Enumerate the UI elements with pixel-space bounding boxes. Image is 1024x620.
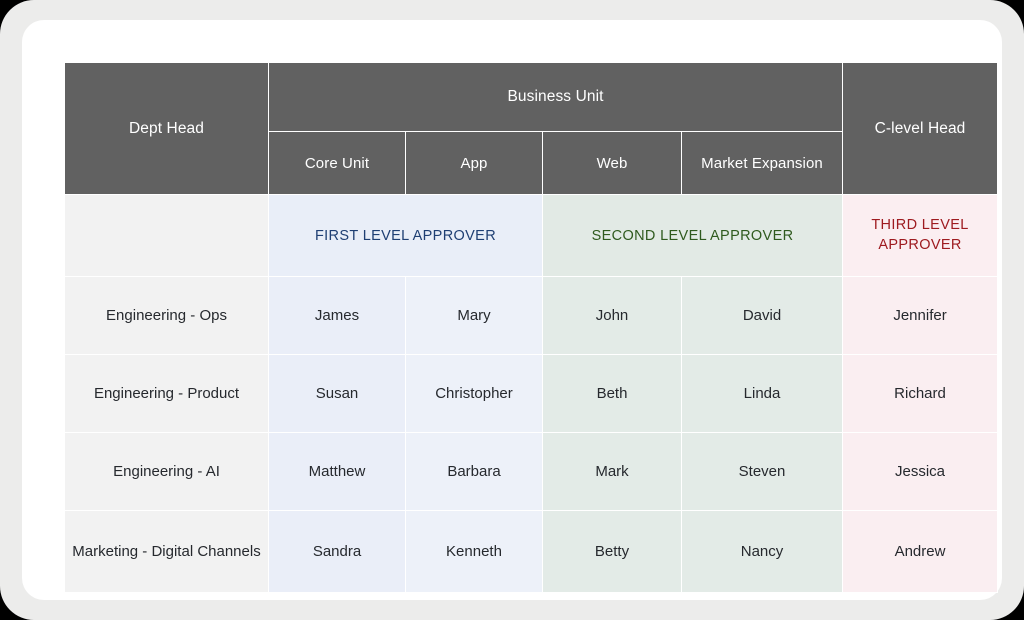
table-body: FIRST LEVEL APPROVER SECOND LEVEL APPROV…: [64, 194, 999, 593]
cell-market-expansion: David: [680, 276, 844, 355]
cell-core-unit: Susan: [268, 354, 406, 433]
approver-band-first-level: FIRST LEVEL APPROVER: [268, 194, 543, 277]
approver-band-third-level: THIRD LEVEL APPROVER: [842, 194, 999, 277]
table-row[interactable]: Engineering - AI Matthew Barbara Mark St…: [64, 432, 999, 511]
cell-c-level-head: Jessica: [842, 432, 999, 511]
cell-dept-head: Engineering - Product: [64, 354, 269, 433]
cell-app: Christopher: [405, 354, 543, 433]
column-header-dept-head: Dept Head: [64, 62, 269, 195]
column-header-web: Web: [542, 131, 682, 195]
cell-dept-head: Engineering - Ops: [64, 276, 269, 355]
cell-web: Betty: [542, 510, 682, 593]
cell-app: Mary: [405, 276, 543, 355]
column-header-market-expansion: Market Expansion: [680, 131, 844, 195]
column-header-business-unit: Business Unit: [267, 62, 844, 132]
cell-dept-head: Marketing - Digital Channels: [64, 510, 269, 593]
cell-c-level-head: Richard: [842, 354, 999, 433]
cell-c-level-head: Jennifer: [842, 276, 999, 355]
table-row[interactable]: Engineering - Product Susan Christopher …: [64, 354, 999, 433]
cell-core-unit: James: [268, 276, 406, 355]
column-header-c-level-head: C-level Head: [842, 62, 999, 195]
column-header-app: App: [405, 131, 543, 195]
cell-core-unit: Sandra: [268, 510, 406, 593]
cell-c-level-head: Andrew: [842, 510, 999, 593]
table-header: Dept Head Business Unit C-level Head Cor…: [64, 62, 999, 195]
header-row-top: Dept Head Business Unit C-level Head: [64, 62, 999, 195]
approval-matrix-table: Dept Head Business Unit C-level Head Cor…: [64, 62, 999, 593]
cell-web: John: [542, 276, 682, 355]
cell-market-expansion: Nancy: [680, 510, 844, 593]
cell-dept-head: Engineering - AI: [64, 432, 269, 511]
table-row[interactable]: Marketing - Digital Channels Sandra Kenn…: [64, 510, 999, 593]
cell-app: Kenneth: [405, 510, 543, 593]
cell-core-unit: Matthew: [268, 432, 406, 511]
cell-app: Barbara: [405, 432, 543, 511]
approver-band-second-level: SECOND LEVEL APPROVER: [541, 194, 844, 277]
content-card: Dept Head Business Unit C-level Head Cor…: [22, 20, 1002, 600]
approver-level-band-row: FIRST LEVEL APPROVER SECOND LEVEL APPROV…: [64, 194, 999, 277]
approver-band-blank-cell: [64, 194, 269, 277]
column-header-core-unit: Core Unit: [268, 131, 406, 195]
cell-web: Mark: [542, 432, 682, 511]
cell-market-expansion: Steven: [680, 432, 844, 511]
table-row[interactable]: Engineering - Ops James Mary John David …: [64, 276, 999, 355]
cell-market-expansion: Linda: [680, 354, 844, 433]
cell-web: Beth: [542, 354, 682, 433]
device-frame: Dept Head Business Unit C-level Head Cor…: [0, 0, 1024, 620]
